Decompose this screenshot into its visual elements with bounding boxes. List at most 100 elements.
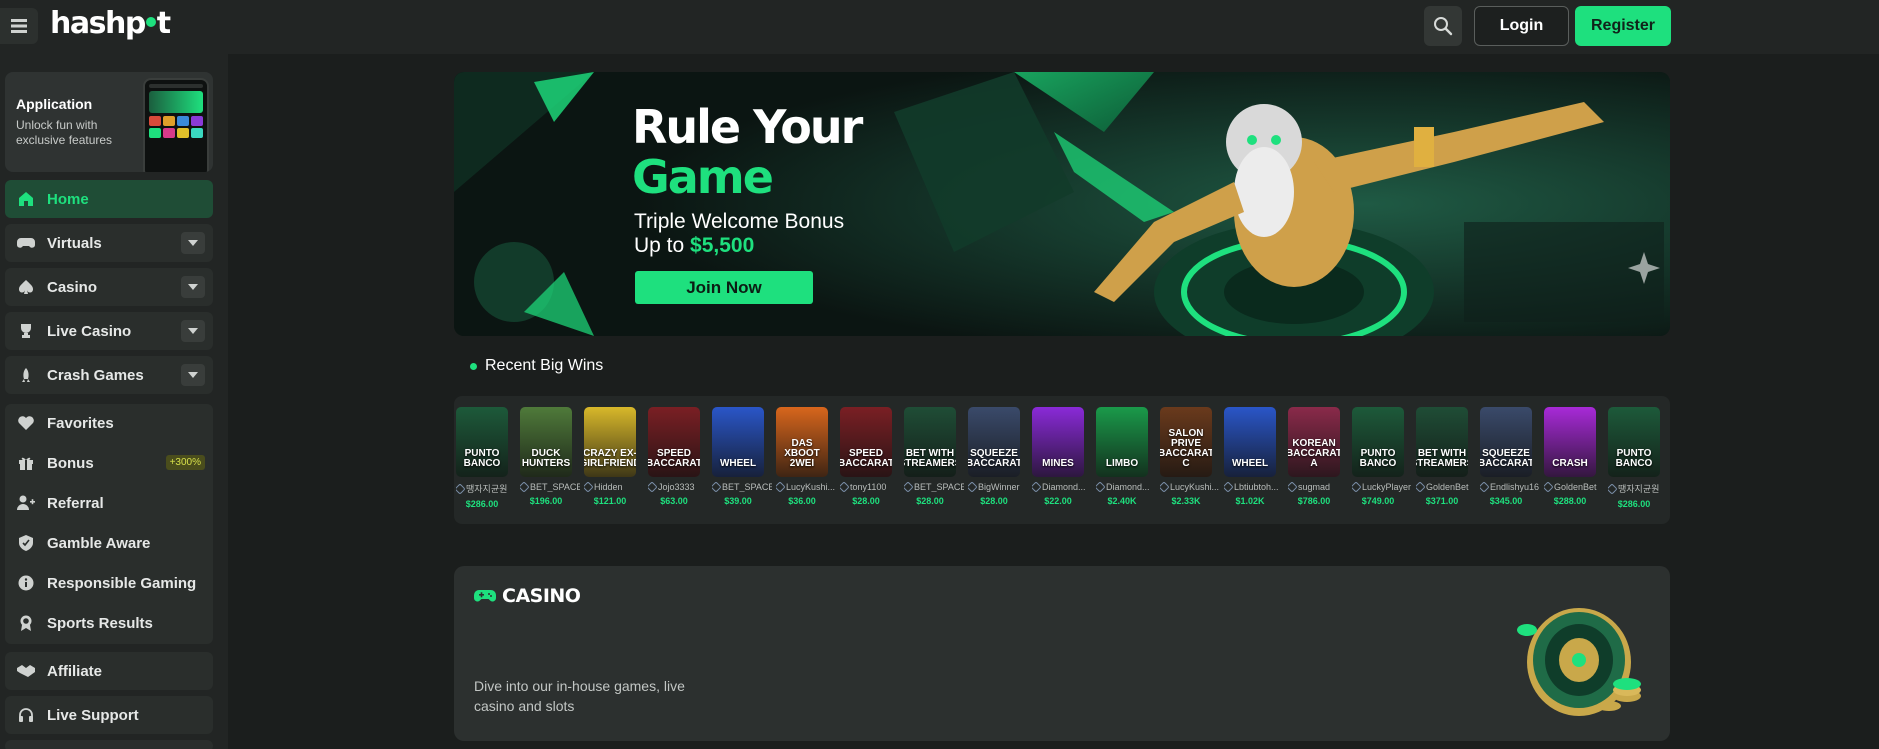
live-dot-icon (470, 362, 477, 370)
login-button[interactable]: Login (1474, 6, 1569, 46)
user-badge-icon (1032, 482, 1042, 492)
user-badge-icon (904, 482, 914, 492)
win-amount: $63.00 (660, 496, 688, 506)
game-thumbnail[interactable]: SQUEEZE BACCARAT (968, 407, 1020, 477)
recent-win-card[interactable]: MINES Diamond... $22.00 (1032, 407, 1088, 506)
game-thumbnail[interactable]: BET WITH STREAMERS (904, 407, 956, 477)
gamepad-icon (17, 234, 35, 252)
search-icon (1434, 17, 1453, 36)
win-amount: $196.00 (529, 496, 563, 506)
app-promo-card[interactable]: Application Unlock fun with exclusive fe… (5, 72, 213, 172)
recent-win-card[interactable]: LIMBO Diamond... $2.40K (1096, 407, 1152, 506)
winner-username: LuckyPlayer (1352, 482, 1412, 492)
game-thumbnail[interactable]: PUNTO BANCO (1608, 407, 1660, 477)
sidebar-item-sports-results[interactable]: Sports Results (5, 604, 213, 642)
sidebar-item-crash-games[interactable]: Crash Games (5, 356, 213, 394)
game-thumbnail[interactable]: SALON PRIVE BACCARAT C (1160, 407, 1212, 477)
user-badge-icon (1288, 482, 1298, 492)
win-amount: $288.00 (1553, 496, 1587, 506)
recent-win-card[interactable]: DUCK HUNTERS BET_SPACE $196.00 (520, 407, 580, 506)
winner-username: sugmad (1288, 482, 1348, 492)
sidebar-item-responsible-gaming[interactable]: Responsible Gaming (5, 564, 213, 602)
recent-win-card[interactable]: SQUEEZE BACCARAT Endlishyu16 $345.00 (1480, 407, 1539, 506)
bonus-badge: +300% (165, 455, 205, 470)
user-badge-icon (840, 482, 850, 492)
join-now-button[interactable]: Join Now (635, 271, 813, 304)
game-thumbnail[interactable]: SPEED BACCARAT (648, 407, 700, 477)
game-thumbnail[interactable]: WHEEL (712, 407, 764, 477)
sidebar-item-virtuals[interactable]: Virtuals (5, 224, 213, 262)
hashpot-logo[interactable]: hashp t (50, 6, 171, 41)
recent-win-card[interactable]: BET WITH STREAMERS BET_SPACE $28.00 (904, 407, 964, 506)
menu-toggle-button[interactable] (0, 8, 38, 44)
recent-win-card[interactable]: SALON PRIVE BACCARAT C LucyKushi... $2.33K (1160, 407, 1219, 506)
user-badge-icon (456, 482, 466, 495)
recent-wins-carousel[interactable]: PUNTO BANCO 땡자지균원 $286.00 DUCK HUNTERS BET_S… (454, 396, 1670, 524)
recent-win-card[interactable]: PUNTO BANCO LuckyPlayer $749.00 (1352, 407, 1411, 506)
recent-win-card[interactable]: PUNTO BANCO 땡자지균원 $286.00 (456, 407, 512, 509)
sidebar-item-bonus[interactable]: Bonus +300% (5, 444, 213, 482)
win-amount: $28.00 (980, 496, 1008, 506)
user-badge-icon (520, 482, 530, 492)
win-amount: $1.02K (1235, 496, 1265, 506)
sidebar-item-affiliate[interactable]: Affiliate (5, 652, 213, 690)
sidebar-item-home[interactable]: Home (5, 180, 213, 218)
game-thumbnail[interactable]: SPEED BACCARAT (840, 407, 892, 477)
hamburger-icon (11, 19, 27, 33)
recent-win-card[interactable]: SPEED BACCARAT tony1100 $28.00 (840, 407, 896, 506)
casino-section-title: CASINO (502, 585, 581, 607)
recent-win-card[interactable]: WHEEL BET_SPACE $39.00 (712, 407, 772, 506)
user-badge-icon (1224, 482, 1234, 492)
game-thumbnail[interactable]: CRASH (1544, 407, 1596, 477)
sidebar-item-referral[interactable]: Referral (5, 484, 213, 522)
game-thumbnail[interactable]: PUNTO BANCO (1352, 407, 1404, 477)
rocket-icon (17, 366, 35, 384)
register-button[interactable]: Register (1575, 6, 1671, 46)
game-thumbnail[interactable]: CRAZY EX-GIRLFRIEND (584, 407, 636, 477)
recent-wins-title: Recent Big Wins (485, 357, 604, 374)
recent-win-card[interactable]: KOREAN BACCARAT Asugmad $786.00 (1288, 407, 1344, 506)
sidebar-item-favorites[interactable]: Favorites (5, 404, 213, 442)
winner-username: Endlishyu16 (1480, 482, 1540, 492)
sidebar-item-live-casino[interactable]: Live Casino (5, 312, 213, 350)
recent-win-card[interactable]: SPEED BACCARAT Jojo3333 $63.00 (648, 407, 704, 506)
recent-win-card[interactable]: BET WITH STREAMERSGoldenBet$371.00 (1416, 407, 1472, 506)
winner-username: BET_SPACE (712, 482, 772, 492)
chevron-down-icon[interactable] (181, 276, 205, 298)
game-thumbnail[interactable]: SQUEEZE BACCARAT (1480, 407, 1532, 477)
spade-icon (17, 278, 35, 296)
search-button[interactable] (1424, 6, 1462, 46)
casino-section[interactable]: CASINO Dive into our in-house games, liv… (454, 566, 1670, 741)
game-thumbnail[interactable]: BET WITH STREAMERS (1416, 407, 1468, 477)
win-amount: $749.00 (1361, 496, 1395, 506)
top-bar: hashp t Login Register (0, 0, 1879, 54)
sidebar-item-live-support[interactable]: Live Support (5, 696, 213, 734)
win-amount: $286.00 (1617, 499, 1651, 509)
sidebar-item-casino[interactable]: Casino (5, 268, 213, 306)
chevron-down-icon[interactable] (181, 364, 205, 386)
recent-win-card[interactable]: CRASH GoldenBet $288.00 (1544, 407, 1600, 506)
chevron-down-icon[interactable] (181, 232, 205, 254)
app-card-title: Application (16, 96, 93, 112)
recent-win-card[interactable]: PUNTO BANCO 땡자지균원 $286.00 (1608, 407, 1664, 509)
game-thumbnail[interactable]: DUCK HUNTERS (520, 407, 572, 477)
banner-subtitle: Triple Welcome Bonus (634, 210, 845, 233)
chevron-down-icon[interactable] (181, 320, 205, 342)
game-thumbnail[interactable]: MINES (1032, 407, 1084, 477)
game-thumbnail[interactable]: PUNTO BANCO (456, 407, 508, 477)
recent-win-card[interactable]: WHEEL Lbtiubtoh... $1.02K (1224, 407, 1280, 506)
game-thumbnail[interactable]: KOREAN BACCARAT A (1288, 407, 1340, 477)
recent-win-card[interactable]: CRAZY EX-GIRLFRIENDHidden$121.00 (584, 407, 640, 506)
game-thumbnail[interactable]: WHEEL (1224, 407, 1276, 477)
promo-banner[interactable]: Rule Your Game Triple Welcome Bonus Up t… (454, 72, 1670, 336)
user-badge-icon (1096, 482, 1106, 492)
recent-win-card[interactable]: SQUEEZE BACCARAT BigWinner $28.00 (968, 407, 1024, 506)
win-amount: $28.00 (852, 496, 880, 506)
recent-win-card[interactable]: DAS XBOOT 2WEI LucyKushi... $36.00 (776, 407, 835, 506)
win-amount: $28.00 (916, 496, 944, 506)
game-thumbnail[interactable]: LIMBO (1096, 407, 1148, 477)
user-badge-icon (1352, 482, 1362, 492)
gift-icon (17, 454, 35, 472)
sidebar-item-gamble-aware[interactable]: Gamble Aware (5, 524, 213, 562)
game-thumbnail[interactable]: DAS XBOOT 2WEI (776, 407, 828, 477)
